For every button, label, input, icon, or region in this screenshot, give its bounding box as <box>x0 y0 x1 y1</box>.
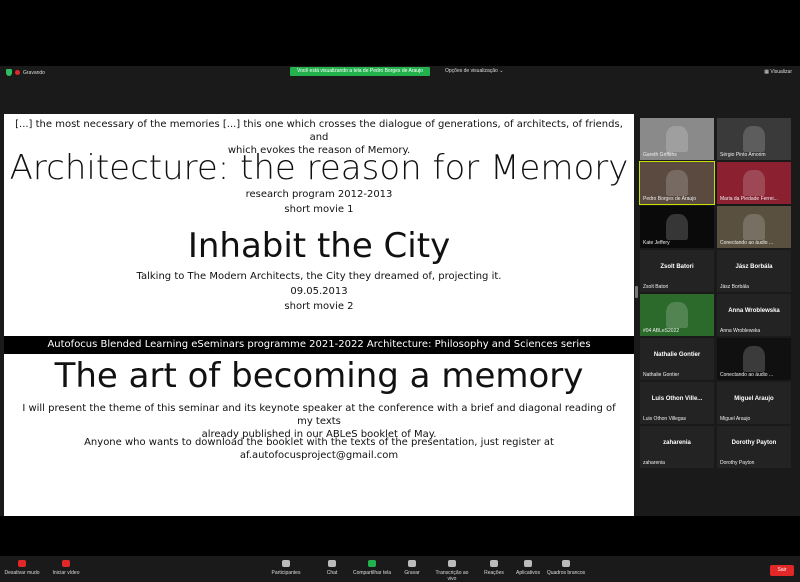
participant-name: Jász Borbála <box>720 284 749 290</box>
participant-name: Sérgio Pinto Amorim <box>720 152 766 158</box>
participant-center-name: Miguel Araujo <box>734 396 774 402</box>
participant-name: Gareth Griffiths <box>643 152 677 158</box>
recording-indicator[interactable]: Gravando <box>6 69 45 76</box>
participant-tile[interactable]: Anna Wroblewska Anna Wroblewska <box>717 294 791 336</box>
participant-tile[interactable]: zaharenia zaharenia <box>640 426 714 468</box>
participant-tile[interactable]: Sérgio Pinto Amorim <box>717 118 791 160</box>
participant-tile[interactable]: Gareth Griffiths <box>640 118 714 160</box>
slide-series-bar: Autofocus Blended Learning eSeminars pro… <box>4 336 634 354</box>
participant-video <box>666 214 688 240</box>
cc-icon <box>448 560 456 567</box>
unmute-button[interactable]: Desativar mudo <box>2 560 42 576</box>
chat-icon <box>328 560 336 567</box>
participant-video <box>666 170 688 196</box>
whiteboards-button[interactable]: Quadros brancos <box>546 560 586 576</box>
participant-name: Anna Wroblewska <box>720 328 761 334</box>
view-button[interactable]: ▦ Visualizar <box>764 69 792 75</box>
slide-subtitle: short movie 1 <box>284 204 354 215</box>
participant-video <box>743 214 765 240</box>
participant-tile[interactable]: Nathalie Gontier Nathalie Gontier <box>640 338 714 380</box>
live-transcription-button[interactable]: Transcrição ao vivo <box>432 560 472 582</box>
participant-tile[interactable]: Conectando ao áudio ... <box>717 206 791 248</box>
participant-video <box>666 302 688 328</box>
participant-name: Maria da Piedade Ferrei... <box>720 196 778 202</box>
participant-name: Miguel Araujo <box>720 416 751 422</box>
participant-name: Luis Othon Villegas <box>643 416 686 422</box>
participant-tile[interactable]: Kate Jeffery <box>640 206 714 248</box>
participant-name: Nathalie Gontier <box>643 372 680 378</box>
participant-tile[interactable]: #04 ABLeS2022 <box>640 294 714 336</box>
participant-name: Conectando ao áudio ... <box>720 240 774 246</box>
participant-tile[interactable]: Maria da Piedade Ferrei... <box>717 162 791 204</box>
slide-subtitle: Talking to The Modern Architects, the Ci… <box>136 271 502 282</box>
participant-tile[interactable]: Conectando ao áudio ... <box>717 338 791 380</box>
participant-name: Conectando ao áudio ... <box>720 372 774 378</box>
security-shield-icon[interactable] <box>6 69 12 76</box>
share-screen-icon <box>368 560 376 567</box>
participant-center-name: Dorothy Payton <box>731 440 777 446</box>
top-bar: Gravando Você está visualizando a tela d… <box>0 66 800 80</box>
participant-tile[interactable]: Jász Borbála Jász Borbála <box>717 250 791 292</box>
start-video-button[interactable]: Iniciar vídeo <box>46 560 86 576</box>
participant-center-name: Nathalie Gontier <box>653 352 701 358</box>
zoom-window: Gravando Você está visualizando a tela d… <box>0 66 800 582</box>
participant-tile[interactable]: Dorothy Payton Dorothy Payton <box>717 426 791 468</box>
participant-tile[interactable]: Zsolt Batori Zsolt Batori <box>640 250 714 292</box>
slide-subtitle: 09.05.2013 <box>290 286 348 297</box>
meeting-controls: Desativar mudo Iniciar vídeo Participant… <box>0 556 800 582</box>
slide-paragraph: Anyone who wants to download the booklet… <box>84 437 554 461</box>
participant-name: #04 ABLeS2022 <box>643 328 680 334</box>
record-button[interactable]: Gravar <box>392 560 432 576</box>
participants-button[interactable]: Participantes <box>266 560 306 576</box>
participant-video <box>666 126 688 152</box>
microphone-muted-icon <box>18 560 26 567</box>
chat-button[interactable]: Chat <box>312 560 352 576</box>
participant-name: Kate Jeffery <box>643 240 670 246</box>
participant-video <box>743 170 765 196</box>
participants-gallery: Gareth Griffiths Sérgio Pinto Amorim Pedro… <box>639 118 800 468</box>
leave-button[interactable]: Sair <box>770 565 794 576</box>
participant-center-name: Anna Wroblewska <box>728 308 780 314</box>
slide-subtitle: research program 2012-2013 <box>245 189 393 200</box>
camera-off-icon <box>62 560 70 567</box>
recording-dot-icon <box>15 70 20 75</box>
participant-tile[interactable]: Pedro Borges de Araujo <box>639 161 715 205</box>
participant-center-name: zaharenia <box>663 440 691 446</box>
participant-name: Zsolt Batori <box>643 284 669 290</box>
apps-button[interactable]: Aplicativos <box>508 560 548 576</box>
participant-video <box>743 126 765 152</box>
share-banner: Você está visualizando a tela de Pedro B… <box>290 67 430 76</box>
resize-handle[interactable] <box>635 286 638 298</box>
apps-icon <box>524 560 532 567</box>
record-icon <box>408 560 416 567</box>
participant-center-name: Jász Borbála <box>735 264 773 270</box>
share-screen-button[interactable]: Compartilhar tela <box>352 560 392 576</box>
slide-title-3: The art of becoming a memory <box>54 356 584 396</box>
shared-screen-slide: [...] the most necessary of the memories… <box>4 114 634 516</box>
participant-center-name: Luis Othon Ville... <box>651 396 703 402</box>
participant-name: Pedro Borges de Araujo <box>643 196 697 202</box>
smile-icon <box>490 560 498 567</box>
recording-label: Gravando <box>23 69 45 76</box>
participant-video <box>743 346 765 372</box>
slide-subtitle: short movie 2 <box>284 301 354 312</box>
whiteboard-icon <box>562 560 570 567</box>
view-options-menu[interactable]: Opções de visualização ⌄ <box>445 68 503 74</box>
slide-title-2: Inhabit the City <box>187 226 451 266</box>
participants-icon <box>282 560 290 567</box>
participant-name: Dorothy Payton <box>720 460 755 466</box>
participant-center-name: Zsolt Batori <box>660 264 694 270</box>
participant-name: zaharenia <box>643 460 665 466</box>
participant-tile[interactable]: Luis Othon Ville... Luis Othon Villegas <box>640 382 714 424</box>
participant-tile[interactable]: Miguel Araujo Miguel Araujo <box>717 382 791 424</box>
slide-title-1: Architecture: the reason for Memory <box>9 148 629 188</box>
